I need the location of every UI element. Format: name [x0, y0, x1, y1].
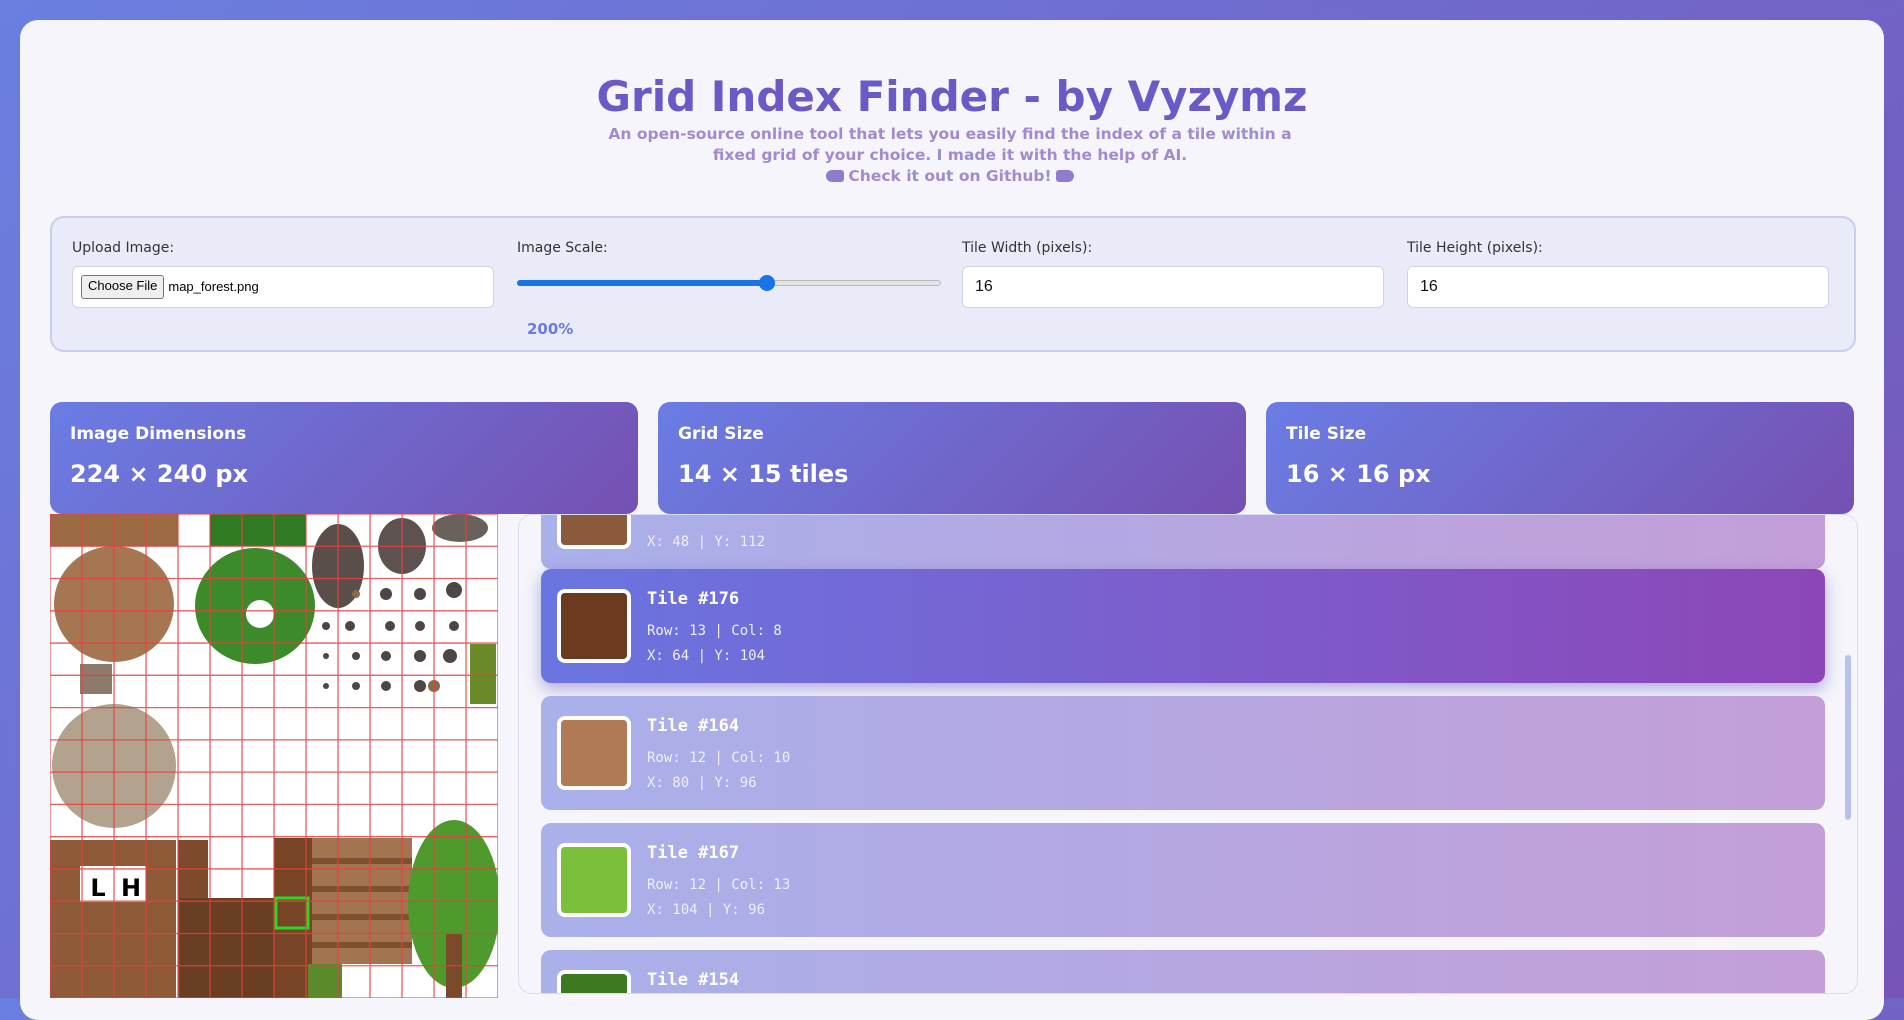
page-subtitle: An open-source online tool that lets you… — [600, 124, 1300, 187]
tile-thumbnail — [557, 716, 631, 790]
tile-height-input[interactable]: 16 — [1407, 266, 1829, 308]
tile-coords: X: 48 | Y: 112 — [647, 534, 766, 550]
tile-name: Tile #164 — [647, 716, 740, 736]
image-dimensions-card: Image Dimensions 224 × 240 px — [50, 402, 638, 514]
grid-size-value: 14 × 15 tiles — [678, 460, 849, 488]
tile-coords: X: 104 | Y: 96 — [647, 902, 766, 918]
image-dimensions-label: Image Dimensions — [70, 424, 247, 444]
tile-width-input[interactable]: 16 — [962, 266, 1384, 308]
tile-size-card: Tile Size 16 × 16 px — [1266, 402, 1854, 514]
tile-row-col: Row: 13 | Col: 8 — [647, 623, 782, 639]
tile-coords: X: 64 | Y: 104 — [647, 648, 766, 664]
tile-list-item-selected[interactable]: Tile #176 Row: 13 | Col: 8 X: 64 | Y: 10… — [541, 569, 1825, 683]
tile-thumbnail — [557, 843, 631, 917]
slider-fill — [517, 280, 768, 286]
svg-text:L: L — [90, 874, 105, 902]
scale-value: 200% — [527, 320, 574, 338]
grid-size-label: Grid Size — [678, 424, 764, 444]
controls-panel: Upload Image: Choose File map_forest.png … — [50, 216, 1856, 352]
tile-name: Tile #154 — [647, 970, 740, 990]
tile-thumbnail — [557, 515, 631, 549]
tile-name: Tile #167 — [647, 843, 740, 863]
tile-thumbnail-swatch — [561, 515, 627, 545]
pointing-right-icon — [826, 169, 845, 182]
tile-thumbnail — [557, 589, 631, 663]
tile-list[interactable]: X: 48 | Y: 112 Tile #176 Row: 13 | Col: … — [518, 514, 1858, 994]
tile-list-item[interactable]: Tile #164 Row: 12 | Col: 10 X: 80 | Y: 9… — [541, 696, 1825, 810]
slider-thumb[interactable] — [759, 275, 776, 291]
github-link[interactable]: Check it out on Github! — [600, 166, 1300, 187]
tile-thumbnail — [557, 970, 631, 993]
subtitle-text: An open-source online tool that lets you… — [608, 125, 1292, 164]
tile-thumbnail-swatch — [561, 847, 627, 913]
scale-label: Image Scale: — [517, 240, 608, 256]
svg-text:H: H — [121, 874, 141, 902]
scale-slider[interactable] — [517, 275, 941, 291]
scrollbar[interactable] — [1845, 655, 1851, 820]
github-link-text[interactable]: Check it out on Github! — [848, 167, 1051, 185]
tile-row-col: Row: 12 | Col: 13 — [647, 877, 791, 893]
tile-size-value: 16 × 16 px — [1286, 460, 1431, 488]
upload-label: Upload Image: — [72, 240, 175, 256]
grid-size-card: Grid Size 14 × 15 tiles — [658, 402, 1246, 514]
tile-coords: X: 80 | Y: 96 — [647, 775, 757, 791]
tile-list-item[interactable]: Tile #167 Row: 12 | Col: 13 X: 104 | Y: … — [541, 823, 1825, 937]
tileset-canvas[interactable]: L H — [50, 514, 498, 998]
tile-list-item[interactable]: Tile #154 — [541, 950, 1825, 993]
file-input[interactable]: Choose File map_forest.png — [72, 266, 494, 308]
tile-height-label: Tile Height (pixels): — [1407, 240, 1543, 256]
choose-file-button[interactable]: Choose File — [81, 275, 165, 299]
file-name: map_forest.png — [168, 279, 259, 294]
tile-thumbnail-swatch — [561, 974, 627, 993]
pointing-left-icon — [1055, 169, 1074, 182]
tile-row-col: Row: 12 | Col: 10 — [647, 750, 791, 766]
page-title: Grid Index Finder - by Vyzymz — [596, 72, 1308, 121]
tile-list-item[interactable]: X: 48 | Y: 112 — [541, 515, 1825, 569]
tile-thumbnail-swatch — [561, 720, 627, 786]
tile-name: Tile #176 — [647, 589, 740, 609]
image-dimensions-value: 224 × 240 px — [70, 460, 249, 488]
tile-thumbnail-swatch — [561, 593, 627, 659]
tileset-image[interactable]: L H — [50, 514, 498, 998]
tile-size-label: Tile Size — [1286, 424, 1367, 444]
tile-width-label: Tile Width (pixels): — [962, 240, 1093, 256]
